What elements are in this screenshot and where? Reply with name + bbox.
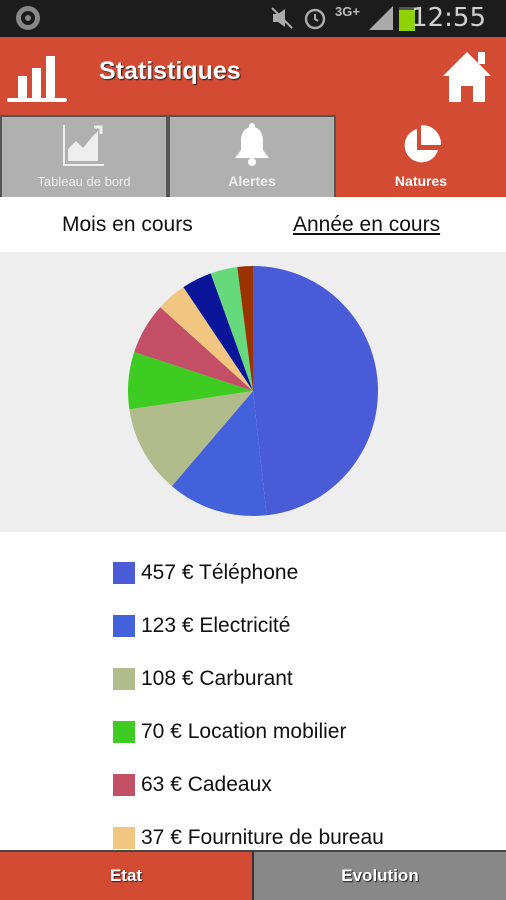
- pie-chart-icon: [404, 124, 442, 163]
- tab-tableau-de-bord[interactable]: Tableau de bord: [0, 115, 168, 197]
- tab-alertes[interactable]: Alertes: [168, 115, 336, 197]
- legend-label: 123 € Electricité: [141, 614, 291, 637]
- legend-label: 70 € Location mobilier: [141, 720, 347, 743]
- legend-swatch: [113, 615, 135, 637]
- etat-button[interactable]: Etat: [0, 852, 254, 900]
- tab-label: Alertes: [228, 173, 276, 189]
- legend-swatch: [113, 668, 135, 690]
- pie-chart-area: [0, 252, 506, 532]
- pie-slice: [253, 266, 379, 516]
- mute-icon: [271, 7, 293, 29]
- year-option[interactable]: Année en cours: [293, 213, 440, 237]
- legend-label: 37 € Fourniture de bureau: [141, 826, 384, 849]
- legend-item: 37 € Fourniture de bureau: [113, 826, 384, 850]
- legend-item: 108 € Carburant: [113, 667, 293, 691]
- legend: 457 € Téléphone 123 € Electricité 108 € Ca…: [0, 532, 506, 850]
- legend-swatch: [113, 562, 135, 584]
- bell-icon: [235, 123, 269, 166]
- signal-icon: [369, 6, 393, 30]
- alarm-icon: [304, 8, 326, 30]
- pie-chart: [128, 266, 379, 516]
- bottom-bar: Etat Evolution: [0, 850, 506, 900]
- legend-swatch: [113, 774, 135, 796]
- tab-bar: Tableau de bord Alertes Natures: [0, 115, 506, 197]
- period-selector: Mois en cours Année en cours: [0, 197, 506, 252]
- tab-label: Tableau de bord: [37, 174, 131, 189]
- statistics-logo-icon: [7, 56, 67, 102]
- status-bar: 3G+ 12:55: [0, 0, 506, 37]
- app-header: Statistiques: [0, 37, 506, 115]
- clock: 12:55: [411, 3, 486, 33]
- tab-label: Natures: [394, 173, 448, 189]
- legend-item: 123 € Electricité: [113, 614, 290, 638]
- page-title: Statistiques: [99, 57, 241, 85]
- month-option[interactable]: Mois en cours: [62, 213, 193, 237]
- home-icon[interactable]: [442, 48, 492, 104]
- legend-label: 63 € Cadeaux: [141, 773, 272, 796]
- legend-item: 63 € Cadeaux: [113, 773, 272, 797]
- legend-label: 108 € Carburant: [141, 667, 293, 690]
- network-type: 3G+: [335, 4, 360, 19]
- legend-item: 457 € Téléphone: [113, 561, 298, 585]
- legend-swatch: [113, 721, 135, 743]
- evolution-button[interactable]: Evolution: [254, 852, 506, 900]
- legend-label: 457 € Téléphone: [141, 561, 299, 584]
- chart-growth-icon: [63, 125, 104, 166]
- app-notification-icon: [16, 6, 40, 30]
- legend-swatch: [113, 827, 135, 849]
- legend-item: 70 € Location mobilier: [113, 720, 346, 744]
- tab-natures[interactable]: Natures: [336, 115, 506, 197]
